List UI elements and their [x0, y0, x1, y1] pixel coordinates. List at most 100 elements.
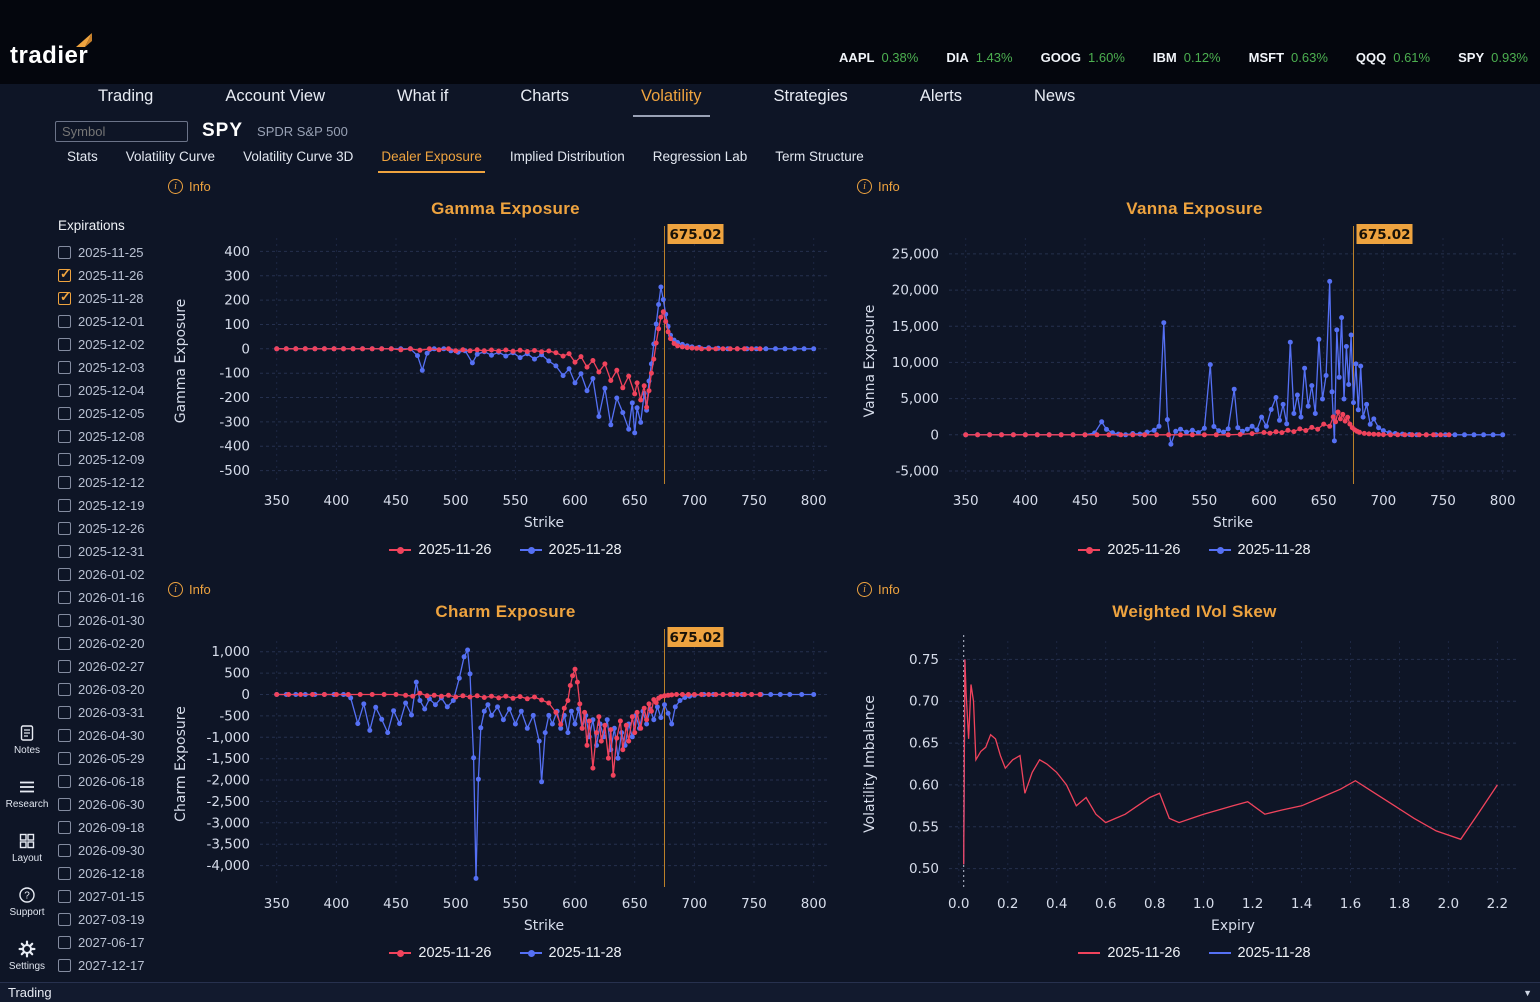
- chart-legend: 2025-11-26 2025-11-28: [1078, 939, 1311, 967]
- expirations-panel: Expirations 2025-11-252025-11-262025-11-…: [54, 176, 166, 980]
- rail-research[interactable]: Research: [5, 778, 49, 810]
- ticker-GOOG[interactable]: GOOG 1.60%: [1041, 50, 1125, 65]
- info-button[interactable]: i Info: [857, 579, 900, 599]
- expiration-2025-12-08[interactable]: 2025-12-08: [54, 425, 166, 448]
- ticker-SPY[interactable]: SPY 0.93%: [1458, 50, 1528, 65]
- rail-support[interactable]: ? Support: [9, 886, 45, 918]
- expiration-2026-05-29[interactable]: 2026-05-29: [54, 747, 166, 770]
- legend-2025-11-28[interactable]: 2025-11-28: [519, 542, 622, 558]
- expiration-2026-09-18[interactable]: 2026-09-18: [54, 816, 166, 839]
- ticker-QQQ[interactable]: QQQ 0.61%: [1356, 50, 1430, 65]
- nav-strategies[interactable]: Strategies: [766, 84, 856, 115]
- expiration-2026-01-30[interactable]: 2026-01-30: [54, 609, 166, 632]
- expiration-2027-12-17[interactable]: 2027-12-17: [54, 954, 166, 977]
- svg-text:0.50: 0.50: [908, 861, 938, 877]
- rail-notes[interactable]: Notes: [14, 724, 40, 756]
- subtab-dealer-exposure[interactable]: Dealer Exposure: [378, 147, 485, 173]
- expiration-2025-11-28[interactable]: 2025-11-28: [54, 287, 166, 310]
- legend-2025-11-26[interactable]: 2025-11-26: [1078, 945, 1181, 961]
- expiration-2025-11-25[interactable]: 2025-11-25: [54, 241, 166, 264]
- expiration-2027-01-15[interactable]: 2027-01-15: [54, 885, 166, 908]
- expiration-2025-12-02[interactable]: 2025-12-02: [54, 333, 166, 356]
- info-button[interactable]: i Info: [168, 176, 211, 196]
- gamma-exposure-chart[interactable]: 350 400 450 500 550 600 650 700 750 800 400 300 200 1…: [168, 222, 844, 536]
- svg-text:400: 400: [1012, 493, 1038, 509]
- ticker-DIA[interactable]: DIA 1.43%: [946, 50, 1012, 65]
- nav-charts[interactable]: Charts: [512, 84, 577, 115]
- svg-text:0.4: 0.4: [1045, 896, 1066, 912]
- svg-text:-400: -400: [219, 439, 250, 455]
- subtab-volatility-curve-3d[interactable]: Volatility Curve 3D: [240, 147, 356, 171]
- ticker-AAPL[interactable]: AAPL 0.38%: [839, 50, 918, 65]
- charm-exposure-chart[interactable]: 350 400 450 500 550 600 650 700 750 800 1,000 500 0 -…: [168, 625, 844, 939]
- info-button[interactable]: i Info: [168, 579, 211, 599]
- nav-account-view[interactable]: Account View: [217, 84, 333, 115]
- nav-what-if[interactable]: What if: [389, 84, 456, 115]
- subtab-volatility-curve[interactable]: Volatility Curve: [123, 147, 218, 171]
- info-button[interactable]: i Info: [857, 176, 900, 196]
- expiration-2026-02-20[interactable]: 2026-02-20: [54, 632, 166, 655]
- checkbox-icon: [58, 729, 71, 742]
- nav-news[interactable]: News: [1026, 84, 1083, 115]
- ticker-symbol: GOOG: [1040, 50, 1082, 65]
- subtab-regression-lab[interactable]: Regression Lab: [650, 147, 751, 171]
- symbol-input[interactable]: [55, 120, 188, 142]
- charts-grid: i Info Gamma Exposure 350 400 450 500 550 600…: [166, 176, 1534, 978]
- rail-layout[interactable]: Layout: [12, 832, 42, 864]
- checkbox-icon: [58, 476, 71, 489]
- vanna-exposure-chart[interactable]: 350 400 450 500 550 600 650 700 750 800 25,000 20,0…: [857, 222, 1533, 536]
- rail-settings[interactable]: Settings: [9, 940, 45, 972]
- brand-logo[interactable]: tradier: [10, 33, 93, 70]
- expiration-2026-09-30[interactable]: 2026-09-30: [54, 839, 166, 862]
- expiration-2026-02-27[interactable]: 2026-02-27: [54, 655, 166, 678]
- expiration-2026-01-16[interactable]: 2026-01-16: [54, 586, 166, 609]
- expiration-2026-03-20[interactable]: 2026-03-20: [54, 678, 166, 701]
- expiration-2026-01-02[interactable]: 2026-01-02: [54, 563, 166, 586]
- legend-2025-11-26[interactable]: 2025-11-26: [389, 945, 492, 961]
- expiration-2025-12-01[interactable]: 2025-12-01: [54, 310, 166, 333]
- legend-2025-11-28[interactable]: 2025-11-28: [519, 945, 622, 961]
- weighted-ivol-skew-chart[interactable]: 0.0 0.2 0.4 0.6 0.8 1.0 1.2 1.4 1.6 1.8 2.0 2.2 0.75…: [857, 625, 1533, 939]
- svg-text:1.4: 1.4: [1290, 896, 1311, 912]
- svg-text:100: 100: [224, 317, 250, 333]
- legend-2025-11-28[interactable]: 2025-11-28: [1208, 945, 1311, 961]
- svg-text:500: 500: [1131, 493, 1157, 509]
- info-icon: i: [857, 581, 872, 597]
- expiration-2025-12-31[interactable]: 2025-12-31: [54, 540, 166, 563]
- expiration-2026-04-30[interactable]: 2026-04-30: [54, 724, 166, 747]
- subtab-stats[interactable]: Stats: [64, 147, 101, 171]
- checkbox-icon: [58, 246, 71, 259]
- expiration-2026-12-18[interactable]: 2026-12-18: [54, 862, 166, 885]
- expiration-2025-12-09[interactable]: 2025-12-09: [54, 448, 166, 471]
- nav-trading[interactable]: Trading: [90, 84, 161, 115]
- expiration-2025-12-03[interactable]: 2025-12-03: [54, 356, 166, 379]
- rail-label: Research: [5, 799, 49, 810]
- expiration-2027-06-17[interactable]: 2027-06-17: [54, 931, 166, 954]
- subtab-term-structure[interactable]: Term Structure: [772, 147, 867, 171]
- nav-volatility[interactable]: Volatility: [632, 84, 710, 117]
- expiration-2025-12-26[interactable]: 2025-12-26: [54, 517, 166, 540]
- expiration-2025-12-05[interactable]: 2025-12-05: [54, 402, 166, 425]
- svg-text:800: 800: [800, 493, 826, 509]
- svg-text:Expiry: Expiry: [1211, 918, 1255, 934]
- svg-text:750: 750: [1430, 493, 1456, 509]
- nav-alerts[interactable]: Alerts: [912, 84, 970, 115]
- expiration-2025-12-19[interactable]: 2025-12-19: [54, 494, 166, 517]
- legend-2025-11-26[interactable]: 2025-11-26: [389, 542, 492, 558]
- legend-2025-11-26[interactable]: 2025-11-26: [1078, 542, 1181, 558]
- checkbox-icon: [58, 384, 71, 397]
- expiration-2027-03-19[interactable]: 2027-03-19: [54, 908, 166, 931]
- subtab-implied-distribution[interactable]: Implied Distribution: [507, 147, 628, 171]
- statusbar-caret-icon[interactable]: ▼: [1523, 988, 1532, 998]
- expiration-2025-12-04[interactable]: 2025-12-04: [54, 379, 166, 402]
- legend-2025-11-28[interactable]: 2025-11-28: [1208, 542, 1311, 558]
- expiration-2026-06-18[interactable]: 2026-06-18: [54, 770, 166, 793]
- ticker-IBM[interactable]: IBM 0.12%: [1153, 50, 1221, 65]
- expiration-2025-12-12[interactable]: 2025-12-12: [54, 471, 166, 494]
- expiration-date-label: 2027-01-15: [78, 889, 145, 904]
- expiration-2025-11-26[interactable]: 2025-11-26: [54, 264, 166, 287]
- expiration-2026-03-31[interactable]: 2026-03-31: [54, 701, 166, 724]
- chart-title: Weighted IVol Skew: [1112, 602, 1277, 621]
- ticker-MSFT[interactable]: MSFT 0.63%: [1249, 50, 1328, 65]
- expiration-2026-06-30[interactable]: 2026-06-30: [54, 793, 166, 816]
